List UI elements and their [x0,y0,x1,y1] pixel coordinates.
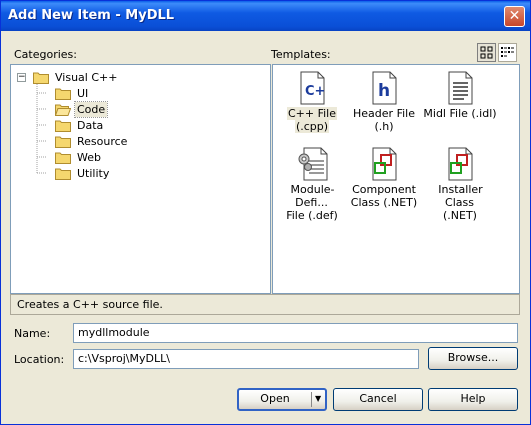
template-label: Module-Defi... [290,183,335,209]
midl-file-icon [448,71,473,105]
installer-class-icon [448,147,473,181]
folder-icon [55,136,71,148]
tree-label: Utility [77,166,110,180]
add-new-item-dialog: Add New Item - MyDLL ✕ Categories: Templ… [0,0,531,425]
template-label: Installer Class [438,183,483,209]
template-label-ext [459,120,461,133]
template-label-ext: (.NET) [443,209,477,222]
help-button[interactable]: Help [428,388,518,411]
component-class-icon [372,147,397,181]
close-icon: ✕ [508,8,521,24]
tree-item-utility[interactable]: Utility [55,165,111,181]
tree-item-web[interactable]: Web [55,149,103,165]
list-view-button[interactable] [498,43,517,62]
tree-label: UI [77,86,89,100]
svg-text:h: h [378,81,390,101]
categories-label: Categories: [14,48,77,61]
window-title: Add New Item - MyDLL [8,8,175,23]
tree-item-data[interactable]: Data [55,117,105,133]
template-label: C++ File [286,107,338,120]
folder-icon [55,88,71,100]
cpp-file-icon: C+ [300,71,325,105]
template-midl-file[interactable]: Midl File (.idl) [421,71,499,133]
name-input[interactable]: mydllmodule [73,323,518,343]
templates-label: Templates: [271,48,331,61]
tree-label: Visual C++ [55,70,118,84]
template-label: Midl File (.idl) [423,107,497,120]
tree-lines [36,78,47,174]
open-button[interactable]: Open ▼ [237,388,327,411]
close-button[interactable]: ✕ [504,6,525,27]
tree-item-ui[interactable]: UI [55,85,90,101]
header-file-icon: h [372,71,397,105]
categories-tree[interactable]: − Visual C++ UI Code Data Resource Web U… [10,64,271,294]
tree-label: Data [77,118,104,132]
cancel-button[interactable]: Cancel [333,388,423,411]
folder-icon [55,168,71,180]
name-label: Name: [14,327,51,340]
list-view-icon [501,47,514,57]
template-label: Header File [353,107,415,120]
template-label-ext: File (.def) [286,209,338,222]
tree-label: Code [73,100,109,118]
tree-item-visual-cpp[interactable]: Visual C++ [33,69,119,85]
open-dropdown-separator [311,392,312,407]
template-cpp-file[interactable]: C+ C++ File (.cpp) [273,71,351,133]
template-label-ext: Class (.NET) [350,196,418,209]
template-header-file[interactable]: h Header File (.h) [345,71,423,133]
tree-item-resource[interactable]: Resource [55,133,129,149]
open-folder-icon [55,104,71,116]
template-component-class[interactable]: Component Class (.NET) [345,147,423,209]
template-description: Creates a C++ source file. [10,294,520,315]
open-button-label: Open [260,392,290,405]
minus-icon: − [18,72,26,82]
tree-item-code[interactable]: Code [55,100,109,118]
template-label-ext: (.cpp) [294,120,330,133]
tree-label: Resource [77,134,128,148]
tree-label: Web [77,150,101,164]
template-module-definition-file[interactable]: Module-Defi... File (.def) [273,147,351,222]
location-label: Location: [14,353,65,366]
svg-text:C+: C+ [305,84,325,99]
location-input[interactable]: c:\Vsproj\MyDLL\ [73,349,419,369]
template-installer-class[interactable]: Installer Class (.NET) [421,147,499,222]
title-bar[interactable]: Add New Item - MyDLL ✕ [1,1,530,31]
template-label: Component [352,183,416,196]
browse-button[interactable]: Browse... [428,347,518,370]
template-label-ext: (.h) [374,120,394,133]
folder-icon [33,72,49,84]
large-icons-view-button[interactable] [477,43,496,62]
large-icons-view-icon [480,46,493,59]
templates-list[interactable]: C+ C++ File (.cpp) h Header File (.h) Mi… [272,64,520,294]
open-dropdown-arrow-icon[interactable]: ▼ [315,390,321,408]
folder-icon [55,120,71,132]
module-definition-file-icon [298,147,328,181]
collapse-visual-cpp-button[interactable]: − [17,73,26,82]
folder-icon [55,152,71,164]
